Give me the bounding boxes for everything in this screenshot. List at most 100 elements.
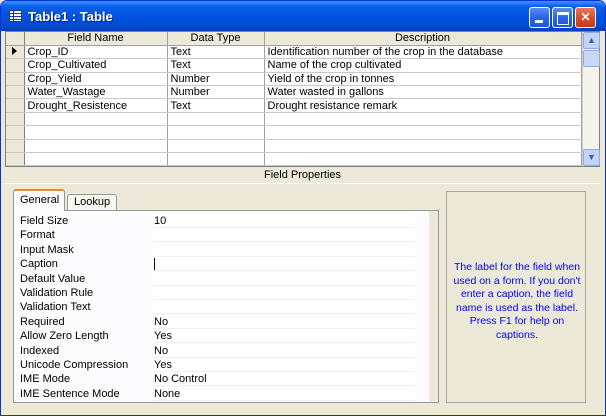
property-row: Input Mask bbox=[14, 242, 438, 257]
data-type-cell[interactable]: Text bbox=[167, 45, 265, 60]
table-row[interactable] bbox=[6, 112, 582, 127]
property-value-field[interactable] bbox=[153, 286, 415, 300]
data-type-cell[interactable]: Text bbox=[167, 98, 265, 113]
row-selector[interactable] bbox=[6, 125, 25, 140]
table-row[interactable] bbox=[6, 152, 582, 167]
property-label: Unicode Compression bbox=[20, 359, 129, 371]
property-label: Input Mask bbox=[20, 243, 74, 256]
scroll-up-button[interactable]: ▲ bbox=[583, 32, 600, 49]
property-label: IME Sentence Mode bbox=[20, 387, 120, 400]
corner-cell[interactable] bbox=[6, 32, 25, 46]
property-value-field[interactable]: No bbox=[153, 343, 415, 358]
description-cell[interactable]: Yield of the crop in tonnes bbox=[264, 72, 582, 87]
description-cell[interactable]: Identification number of the crop in the… bbox=[264, 45, 582, 60]
column-header-field-name[interactable]: Field Name bbox=[24, 32, 168, 46]
property-row: Indexed No bbox=[14, 343, 438, 358]
property-value-field[interactable] bbox=[153, 242, 415, 257]
property-label: Field Size bbox=[20, 215, 69, 227]
maximize-button[interactable] bbox=[552, 7, 573, 28]
table-design-window: Table1 : Table ✕ Field Name Data Type De… bbox=[0, 0, 606, 416]
description-cell[interactable] bbox=[264, 152, 582, 167]
table-row[interactable]: Crop_Yield Number Yield of the crop in ton… bbox=[6, 72, 582, 87]
help-panel: The label for the field when used on a f… bbox=[446, 191, 586, 403]
property-label: Format bbox=[20, 229, 55, 242]
field-table: Field Name Data Type Description Crop_ID… bbox=[6, 32, 582, 167]
property-row: Format bbox=[14, 228, 438, 243]
column-header-description[interactable]: Description bbox=[264, 32, 582, 46]
property-row: Allow Zero Length Yes bbox=[14, 329, 438, 344]
grid-vertical-scrollbar[interactable]: ▲ ▼ bbox=[582, 32, 600, 166]
description-cell[interactable]: Drought resistance remark bbox=[264, 98, 582, 113]
field-grid: Field Name Data Type Description Crop_ID… bbox=[5, 31, 600, 167]
description-cell[interactable]: Water wasted in gallons bbox=[264, 85, 582, 100]
row-selector[interactable] bbox=[6, 139, 25, 154]
field-name-cell[interactable]: Crop_Cultivated bbox=[24, 58, 168, 73]
field-name-cell[interactable]: Water_Wastage bbox=[24, 85, 168, 100]
property-label: Default Value bbox=[20, 272, 86, 285]
data-type-cell[interactable] bbox=[167, 112, 265, 127]
property-value-field[interactable]: Yes bbox=[153, 358, 415, 372]
field-name-cell[interactable] bbox=[24, 125, 168, 140]
table-row[interactable]: Crop_Cultivated Text Name of the crop cult… bbox=[6, 58, 582, 73]
window-title: Table1 : Table bbox=[28, 9, 113, 24]
property-label: IME Mode bbox=[20, 373, 71, 386]
description-cell[interactable] bbox=[264, 139, 582, 154]
general-properties-panel: Field Size 10 Format Input Mask Caption Defau… bbox=[13, 210, 439, 403]
row-selector[interactable] bbox=[6, 112, 25, 127]
property-row: Caption bbox=[14, 257, 438, 272]
table-row[interactable]: Drought_Resistence Text Drought resistance… bbox=[6, 98, 582, 113]
property-label: Validation Text bbox=[20, 301, 91, 314]
property-value-field[interactable] bbox=[153, 271, 415, 286]
data-type-cell[interactable] bbox=[167, 152, 265, 167]
property-value-field[interactable] bbox=[153, 300, 415, 315]
row-selector[interactable] bbox=[6, 98, 25, 113]
property-row: Required No bbox=[14, 314, 438, 329]
data-type-cell[interactable] bbox=[167, 139, 265, 154]
field-name-cell[interactable]: Crop_ID bbox=[24, 45, 168, 60]
field-name-cell[interactable]: Crop_Yield bbox=[24, 72, 168, 87]
property-value-field[interactable]: None bbox=[153, 386, 415, 401]
table-row[interactable] bbox=[6, 125, 582, 140]
property-label: Allow Zero Length bbox=[20, 330, 109, 343]
scroll-down-button[interactable]: ▼ bbox=[583, 149, 600, 166]
property-value-field[interactable]: No bbox=[153, 314, 415, 329]
row-selector[interactable] bbox=[6, 72, 25, 87]
description-cell[interactable] bbox=[264, 125, 582, 140]
field-name-cell[interactable] bbox=[24, 112, 168, 127]
minimize-button[interactable] bbox=[529, 7, 550, 28]
title-bar[interactable]: Table1 : Table ✕ bbox=[1, 1, 605, 31]
field-name-cell[interactable] bbox=[24, 152, 168, 167]
property-row: IME Sentence Mode None bbox=[14, 386, 438, 401]
field-name-cell[interactable] bbox=[24, 139, 168, 154]
data-type-cell[interactable]: Number bbox=[167, 72, 265, 87]
table-row[interactable]: Crop_ID Text Identification number of the … bbox=[6, 45, 582, 60]
column-header-data-type[interactable]: Data Type bbox=[167, 32, 265, 46]
row-selector[interactable] bbox=[6, 58, 25, 73]
property-label: Indexed bbox=[20, 344, 60, 357]
property-value-field[interactable] bbox=[153, 257, 415, 272]
data-type-cell[interactable] bbox=[167, 125, 265, 140]
field-properties-header: Field Properties bbox=[5, 169, 600, 184]
row-selector[interactable] bbox=[6, 45, 25, 60]
row-selector[interactable] bbox=[6, 152, 25, 167]
field-name-cell[interactable]: Drought_Resistence bbox=[24, 98, 168, 113]
property-value-field[interactable]: No Control bbox=[153, 372, 415, 387]
row-selector[interactable] bbox=[6, 85, 25, 100]
description-cell[interactable]: Name of the crop cultivated bbox=[264, 58, 582, 73]
tab-general[interactable]: General bbox=[13, 189, 65, 211]
table-row[interactable]: Water_Wastage Number Water wasted in gallo… bbox=[6, 85, 582, 100]
property-row: Default Value bbox=[14, 271, 438, 286]
property-label: Required bbox=[20, 315, 65, 328]
scroll-thumb[interactable] bbox=[583, 50, 600, 67]
tab-lookup[interactable]: Lookup bbox=[67, 194, 117, 211]
table-row[interactable] bbox=[6, 139, 582, 154]
description-cell[interactable] bbox=[264, 112, 582, 127]
property-row: Unicode Compression Yes bbox=[14, 358, 438, 372]
data-type-cell[interactable]: Number bbox=[167, 85, 265, 100]
data-type-cell[interactable]: Text bbox=[167, 58, 265, 73]
close-button[interactable]: ✕ bbox=[575, 7, 596, 28]
property-row: Field Size 10 bbox=[14, 214, 438, 228]
property-value-field[interactable] bbox=[153, 228, 415, 243]
property-value-field[interactable]: Yes bbox=[153, 329, 415, 344]
property-value-field[interactable]: 10 bbox=[153, 214, 415, 228]
